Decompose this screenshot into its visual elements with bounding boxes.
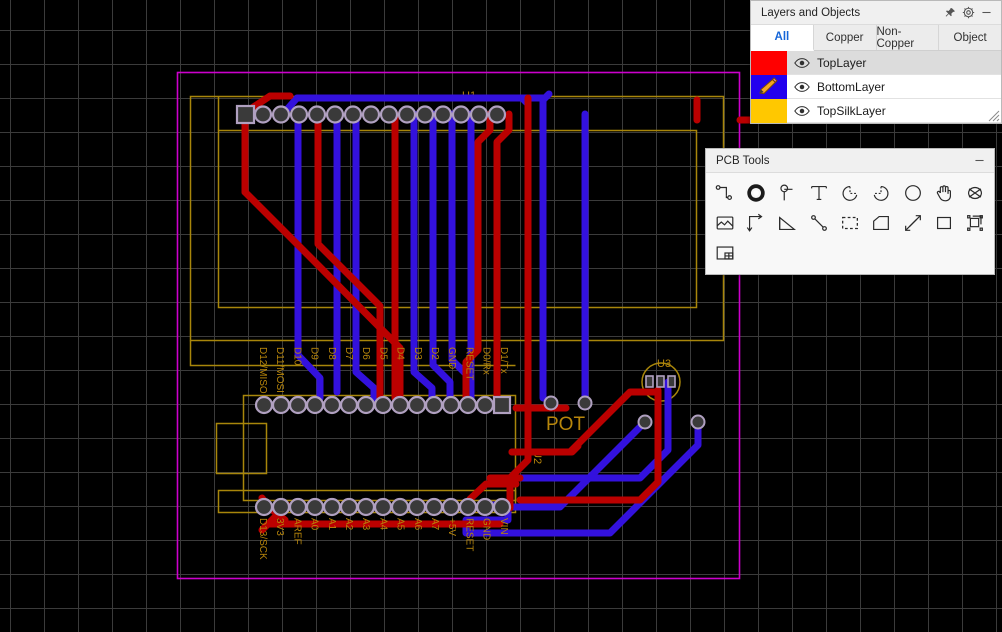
pin-label-bottom: A0 (309, 518, 320, 531)
layer-visibility-icon[interactable] (787, 81, 817, 93)
pin-label-top: D6 (360, 347, 371, 360)
arc-ccw-tool[interactable] (834, 178, 865, 208)
pin-icon[interactable] (941, 4, 959, 22)
pad-row-middle[interactable] (254, 395, 512, 415)
layer-tab-copper[interactable]: Copper (813, 25, 877, 50)
via-tool[interactable] (772, 178, 803, 208)
pin-label-top: D1/Tx (498, 347, 509, 374)
layer-name-label: TopSilkLayer (817, 103, 886, 118)
svg-text:U3: U3 (657, 358, 671, 370)
layer-tab-label: All (774, 31, 790, 43)
layer-row[interactable]: TopSilkLayer (751, 98, 1001, 123)
pin-label-top: D10 (291, 347, 302, 366)
layer-tab-object[interactable]: Object (939, 25, 1001, 50)
layer-tab-label: Object (953, 31, 987, 44)
bottom-layer-traces (279, 90, 702, 537)
pcb-tools-panel[interactable]: PCB Tools (705, 148, 995, 275)
pin-label-bottom: GND (481, 518, 492, 540)
gear-icon[interactable] (959, 4, 977, 22)
tool-button-grid[interactable] (706, 173, 994, 274)
pin-label-bottom: D13/SCK (257, 518, 268, 560)
pin-label-bottom: A5 (395, 518, 406, 531)
pin-label-top: D2 (429, 347, 440, 360)
pin-label-top: D11/MOSI (274, 347, 285, 393)
pad-row-bottom[interactable] (254, 497, 512, 517)
layer-visibility-icon[interactable] (787, 57, 817, 69)
layer-tab-non-copper[interactable]: Non-Copper (876, 25, 940, 50)
pin-label-top: D7 (343, 347, 354, 360)
pad-tool[interactable] (740, 178, 771, 208)
pin-label-bottom: A3 (360, 518, 371, 531)
layer-tab-all[interactable]: All (751, 25, 814, 51)
dimension-tool[interactable] (897, 208, 928, 238)
pin-label-bottom: A6 (412, 518, 423, 531)
pin-label-top: GND (446, 347, 457, 369)
pin-label-bottom: A4 (377, 518, 388, 531)
layers-panel-titlebar[interactable]: Layers and Objects (751, 1, 1001, 25)
resize-grip-icon[interactable] (988, 110, 1000, 122)
rectangle-tool[interactable] (928, 208, 959, 238)
pin-label-top: RESET (463, 347, 474, 380)
pin-label-top: D9 (309, 347, 320, 360)
layer-list[interactable]: TopLayer BottomLayer TopSilkLayer (751, 50, 1001, 123)
layer-color-swatch[interactable] (751, 74, 787, 99)
pin-label-top: D5 (377, 347, 388, 360)
pin-label-bottom: A2 (343, 518, 354, 531)
group-tool[interactable] (960, 208, 991, 238)
pin-label-bottom: +5V (446, 518, 457, 536)
layer-tab-label: Non-Copper (876, 25, 915, 50)
hand-tool[interactable] (928, 178, 959, 208)
bottom-pin-labels: D13/SCK 3V3 AREF A0 A1 A2 A3 A4 A5 A6 A7 +5V RESET GN… (257, 518, 509, 560)
pin-label-bottom: 3V3 (274, 518, 285, 536)
pin-label-bottom: VIN (498, 518, 509, 535)
svg-text:POT: POT (546, 414, 585, 435)
minimize-icon[interactable] (977, 4, 995, 22)
pcb-editor-window: U1 U2 U3 POT D12/MISO D11/MOSI D10 D9 D8… (0, 0, 1002, 632)
layer-name-label: BottomLayer (817, 79, 886, 94)
layout-tool[interactable] (709, 238, 740, 268)
layers-panel-title: Layers and Objects (761, 6, 861, 19)
circle-tool[interactable] (897, 178, 928, 208)
layer-tab-label: Copper (825, 31, 864, 44)
silkscreen-layer (189, 95, 725, 514)
pin-label-top: D8 (326, 347, 337, 360)
hole-tool[interactable] (960, 178, 991, 208)
layer-name-label: TopLayer (817, 55, 867, 70)
pin-label-bottom: AREF (291, 518, 302, 545)
pin-label-bottom: RESET (463, 518, 474, 551)
layer-filter-tabs[interactable]: All Copper Non-Copper Object (751, 25, 1001, 51)
minimize-icon[interactable] (970, 152, 988, 170)
polygon-tool[interactable] (866, 208, 897, 238)
connection-tool[interactable] (803, 208, 834, 238)
text-tool[interactable] (803, 178, 834, 208)
pin-label-top: D0/Rx (481, 347, 492, 375)
layer-color-swatch[interactable] (751, 50, 787, 75)
select-area-tool[interactable] (834, 208, 865, 238)
tools-panel-titlebar[interactable]: PCB Tools (706, 149, 994, 173)
layer-row[interactable]: BottomLayer (751, 74, 1001, 99)
polyline-tool[interactable] (740, 208, 771, 238)
pad-row-top[interactable] (235, 104, 507, 125)
angle-tool[interactable] (772, 208, 803, 238)
pin-label-top: D12/MISO (257, 347, 268, 394)
arc-cw-tool[interactable] (866, 178, 897, 208)
tools-panel-title: PCB Tools (716, 154, 770, 167)
pin-label-bottom: A1 (326, 518, 337, 531)
image-tool[interactable] (709, 208, 740, 238)
layer-visibility-icon[interactable] (787, 105, 817, 117)
pin-label-bottom: A7 (429, 518, 440, 531)
layer-row[interactable]: TopLayer (751, 50, 1001, 75)
layers-and-objects-panel[interactable]: Layers and Objects All Copper Non-Copper O (750, 0, 1002, 124)
pin-label-top: D3 (412, 347, 423, 360)
track-tool[interactable] (709, 178, 740, 208)
u3-pads[interactable] (645, 375, 676, 388)
pin-label-top: D4 (395, 347, 406, 360)
layer-color-swatch[interactable] (751, 98, 787, 123)
